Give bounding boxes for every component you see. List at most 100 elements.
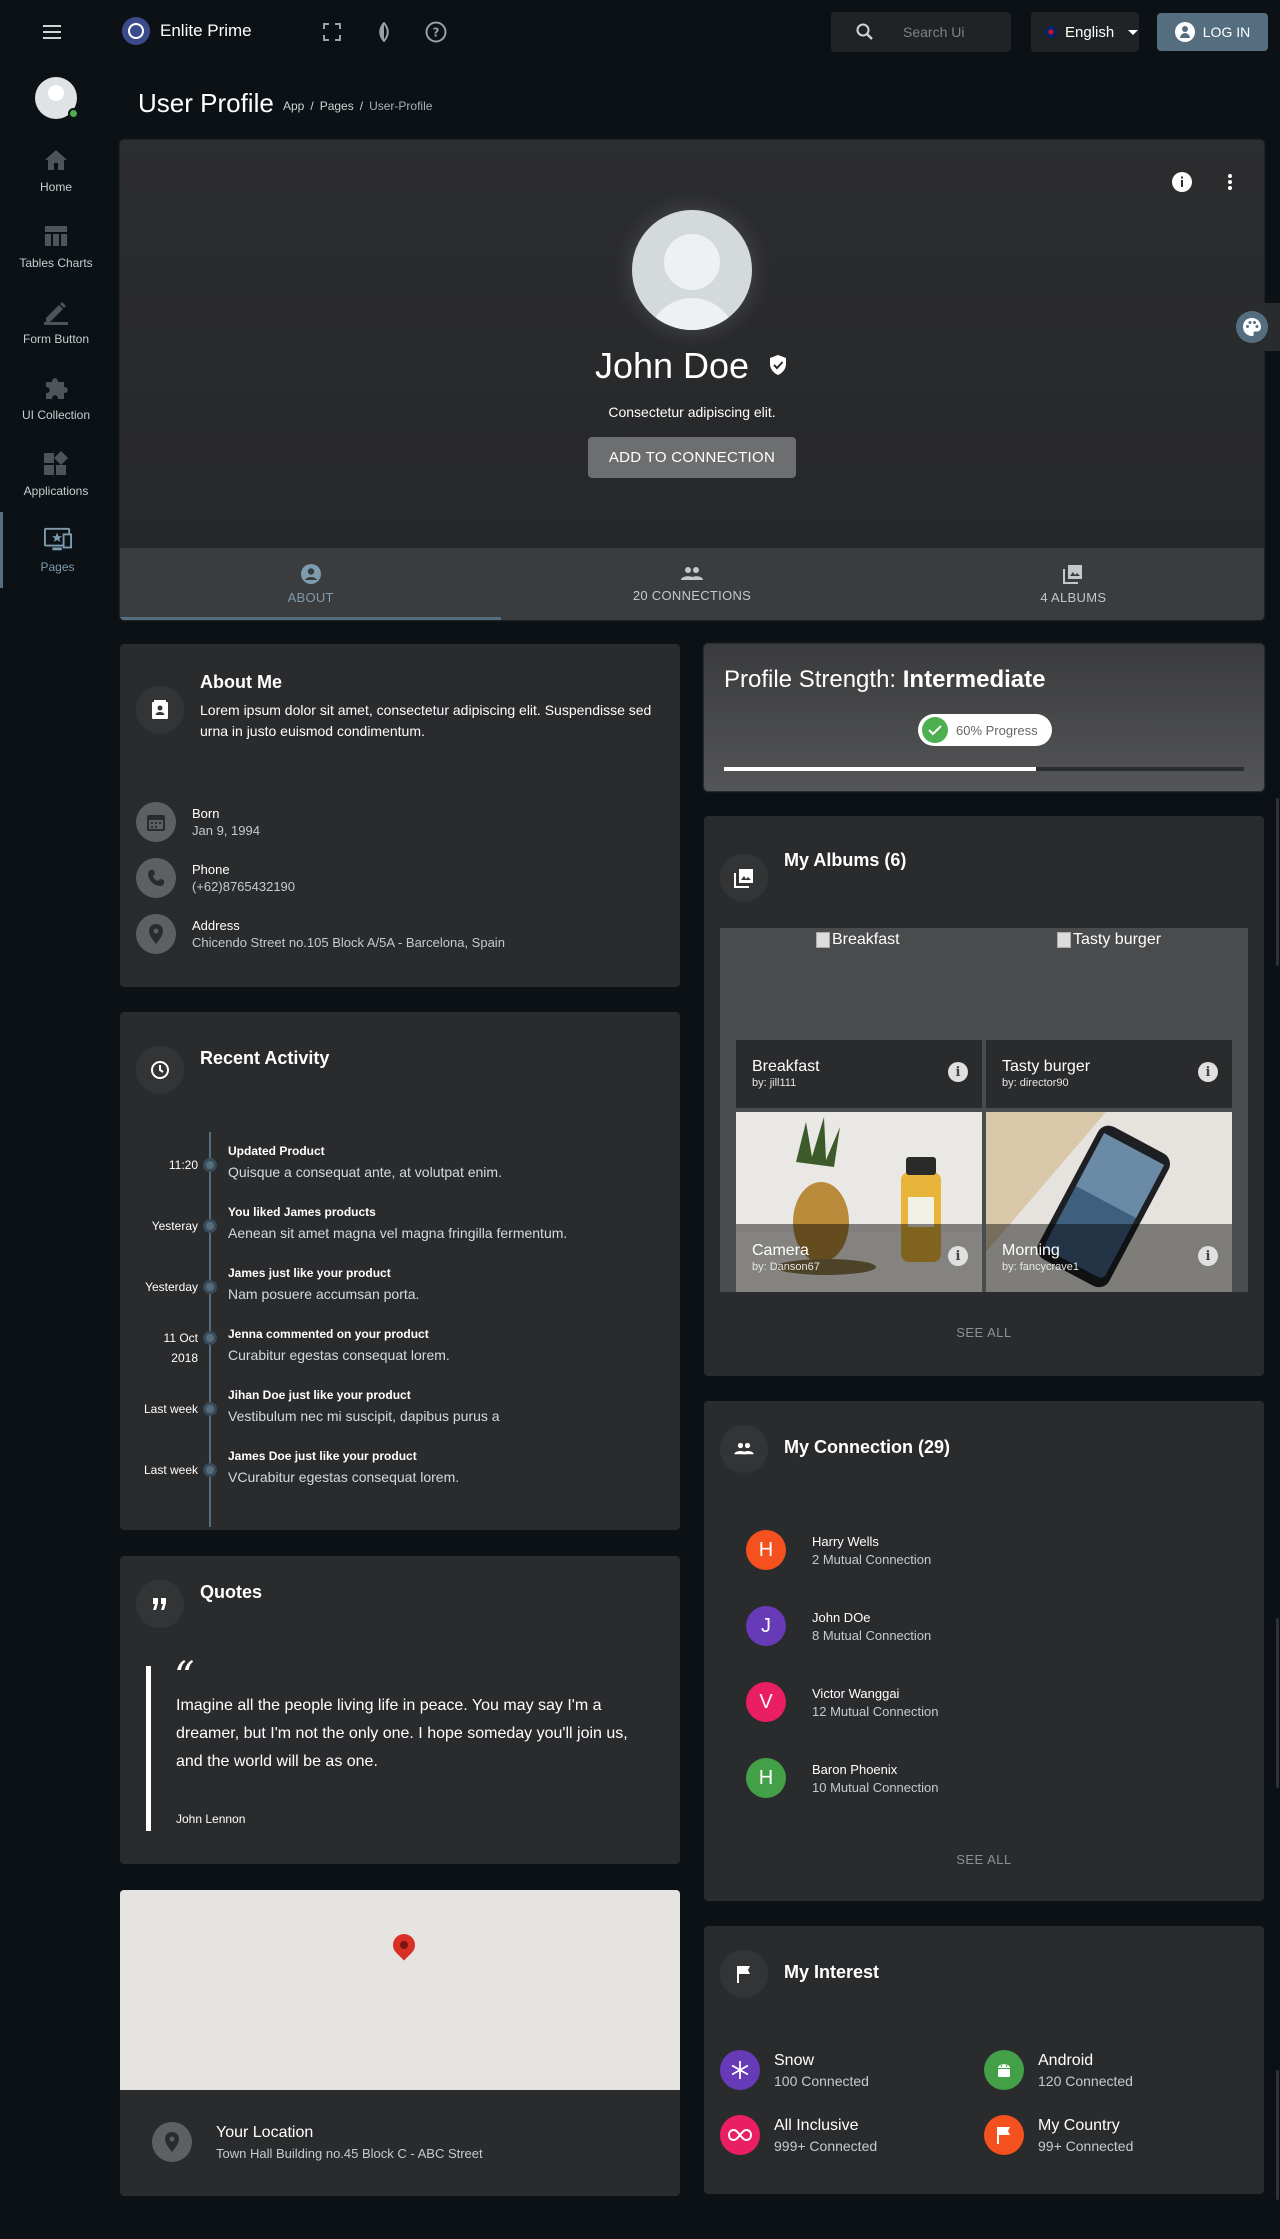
strength-prefix: Profile Strength: [724, 666, 897, 693]
verified-icon [770, 355, 787, 375]
history-icon [136, 1046, 184, 1094]
profile-name: John Doe [594, 345, 750, 386]
sidebar-item-label: Home [39, 180, 72, 194]
connection-item[interactable]: V Victor Wanggai 12 Mutual Connection [746, 1682, 938, 1722]
profile-card: John Doe Consectetur adipiscing elit. AD… [120, 140, 1264, 620]
album-caption: Tasty burger by: director90 i [986, 1040, 1232, 1108]
interest-item[interactable]: All Inclusive 999+ Connected [720, 2115, 877, 2155]
breadcrumb-separator: / [359, 99, 364, 113]
timeline-title: Updated Product [228, 1144, 325, 1158]
snowflake-icon [720, 2050, 760, 2090]
chevron-down-icon [1128, 29, 1139, 35]
pencil-icon [42, 298, 70, 326]
avatar[interactable] [35, 77, 79, 119]
album-tile[interactable]: Morning by: fancycrave1 i [986, 1112, 1232, 1292]
strength-level: Intermediate [902, 666, 1046, 693]
album-name: Tasty burger [1002, 1058, 1091, 1075]
tab-about[interactable]: ABOUT [120, 548, 502, 620]
timeline-title: James Doe just like your product [228, 1449, 417, 1463]
album-author: by: director90 [1002, 1077, 1069, 1089]
album-tile[interactable]: Tasty burger by: director90 i [986, 1040, 1232, 1108]
android-icon [984, 2050, 1024, 2090]
info-icon[interactable]: i [948, 1062, 968, 1082]
quotes-card: Quotes “ Imagine all the people living l… [120, 1556, 680, 1864]
interest-item[interactable]: My Country 99+ Connected [984, 2115, 1133, 2155]
breadcrumb-app[interactable]: App [283, 99, 304, 113]
timeline-description: Quisque a consequat ante, at volutpat en… [228, 1164, 502, 1180]
timeline-dot [203, 1158, 217, 1172]
add-to-connection-button[interactable]: ADD TO CONNECTION [588, 437, 796, 478]
fullscreen-icon[interactable] [320, 20, 344, 44]
interest-item[interactable]: Android 120 Connected [984, 2050, 1133, 2090]
sidebar-item-tables-charts[interactable]: Tables Charts [0, 208, 112, 284]
profile-avatar [632, 210, 752, 330]
albums-see-all-button[interactable]: SEE ALL [704, 1325, 1264, 1340]
info-icon[interactable]: i [1198, 1062, 1218, 1082]
map-marker-icon[interactable] [388, 1929, 420, 1961]
more-vert-icon[interactable] [1218, 170, 1242, 194]
sidebar-item-form-button[interactable]: Form Button [0, 284, 112, 360]
connection-item[interactable]: J John DOe 8 Mutual Connection [746, 1606, 931, 1646]
sidebar-item-applications[interactable]: Applications [0, 436, 112, 512]
profile-strength-title: Profile Strength: Intermediate [724, 666, 1045, 694]
search-box[interactable] [831, 12, 1011, 52]
timeline-time: Last week [143, 1402, 198, 1416]
phone-label: Phone [192, 862, 230, 877]
language-select[interactable]: English [1031, 12, 1139, 52]
interest-item[interactable]: Snow 100 Connected [720, 2050, 869, 2090]
help-icon[interactable]: ? [424, 20, 448, 44]
info-icon[interactable]: i [1198, 1246, 1218, 1266]
connections-see-all-button[interactable]: SEE ALL [704, 1852, 1264, 1867]
album-image-alt: Breakfast [832, 931, 900, 948]
info-icon[interactable] [1170, 170, 1194, 194]
sidebar-item-label: Pages [40, 560, 75, 574]
connection-item[interactable]: H Harry Wells 2 Mutual Connection [746, 1530, 931, 1570]
location-address: Town Hall Building no.45 Block C - ABC S… [216, 2146, 483, 2161]
about-me-text: Lorem ipsum dolor sit amet, consectetur … [200, 702, 652, 739]
tab-connections[interactable]: 20 CONNECTIONS [501, 548, 882, 620]
album-author: by: jill111 [752, 1077, 797, 1089]
map[interactable] [120, 1890, 680, 2090]
search-input[interactable] [903, 12, 1003, 52]
brand[interactable]: Enlite Prime [122, 17, 252, 45]
sidebar-item-home[interactable]: Home [0, 132, 112, 208]
timeline-time: Last week [143, 1463, 198, 1477]
album-caption: Breakfast by: jill111 i [736, 1040, 982, 1108]
theme-palette-button[interactable] [1228, 303, 1280, 351]
timeline-time: 11 Oct 2018 [163, 1331, 198, 1365]
sidebar-item-pages[interactable]: Pages [0, 512, 112, 588]
sidebar-item-ui-collection[interactable]: UI Collection [0, 360, 112, 436]
recent-activity-title: Recent Activity [200, 1048, 330, 1068]
profile-strength-card: Profile Strength: Intermediate 60% Progr… [704, 644, 1264, 791]
interest-name: All Inclusive [774, 2116, 859, 2134]
timeline-time: 11:20 [168, 1158, 198, 1172]
tab-albums[interactable]: 4 ALBUMS [883, 548, 1264, 620]
svg-text:?: ? [433, 26, 440, 40]
born-value: Jan 9, 1994 [192, 823, 260, 838]
timeline-time: Yesterday [145, 1280, 198, 1294]
flag-icon [984, 2115, 1024, 2155]
connection-avatar: V [746, 1682, 786, 1722]
login-button[interactable]: LOG IN [1157, 13, 1268, 51]
interest-count: 999+ Connected [774, 2137, 878, 2154]
connection-item[interactable]: H Baron Phoenix 10 Mutual Connection [746, 1758, 938, 1798]
timeline-description: VCurabitur egestas consequat lorem. [228, 1469, 460, 1485]
sidebar-item-label: UI Collection [21, 408, 91, 422]
breadcrumb-pages[interactable]: Pages [320, 99, 354, 113]
timeline-title: Jenna commented on your product [228, 1327, 429, 1341]
scrollbar-thumb[interactable] [1276, 798, 1279, 966]
album-tile[interactable]: Breakfast by: jill111 i [736, 1040, 982, 1108]
my-albums-card: My Albums (6) Breakfast Tasty burger Bre… [704, 816, 1264, 1376]
location-pin-icon [152, 2122, 192, 2162]
scrollbar-thumb[interactable] [1276, 1618, 1279, 1788]
sidebar-item-label: Form Button [22, 332, 90, 346]
contrast-icon[interactable] [372, 20, 396, 44]
address-label: Address [192, 918, 240, 933]
scrollbar-thumb[interactable] [1276, 2070, 1279, 2200]
timeline-description: Nam posuere accumsan porta. [228, 1286, 420, 1302]
menu-icon[interactable] [40, 20, 64, 44]
quote-author: John Lennon [176, 1812, 246, 1826]
tab-label: ABOUT [287, 589, 334, 605]
album-tile[interactable]: Camera by: Danson67 i [736, 1112, 982, 1292]
info-icon[interactable]: i [948, 1246, 968, 1266]
